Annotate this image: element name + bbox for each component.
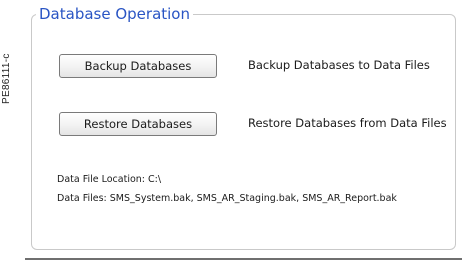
data-file-location-label: Data File Location: bbox=[57, 174, 146, 185]
data-file-location: Data File Location: C:\ bbox=[57, 174, 161, 185]
backup-description: Backup Databases to Data Files bbox=[248, 58, 430, 72]
data-files: Data Files: SMS_System.bak, SMS_AR_Stagi… bbox=[57, 193, 397, 204]
data-file-location-value: C:\ bbox=[148, 174, 162, 185]
page: PE86111-c Database Operation Backup Data… bbox=[0, 0, 468, 266]
backup-databases-button[interactable]: Backup Databases bbox=[59, 54, 217, 78]
panel-bottom-edge bbox=[25, 258, 462, 260]
restore-description: Restore Databases from Data Files bbox=[248, 116, 447, 130]
restore-databases-button[interactable]: Restore Databases bbox=[59, 112, 217, 136]
database-operation-panel: Database Operation Backup Databases Back… bbox=[24, 0, 463, 263]
data-files-label: Data Files: bbox=[57, 193, 107, 204]
figure-code: PE86111-c bbox=[1, 53, 12, 104]
data-files-value: SMS_System.bak, SMS_AR_Staging.bak, SMS_… bbox=[109, 193, 397, 204]
group-title: Database Operation bbox=[36, 5, 193, 23]
